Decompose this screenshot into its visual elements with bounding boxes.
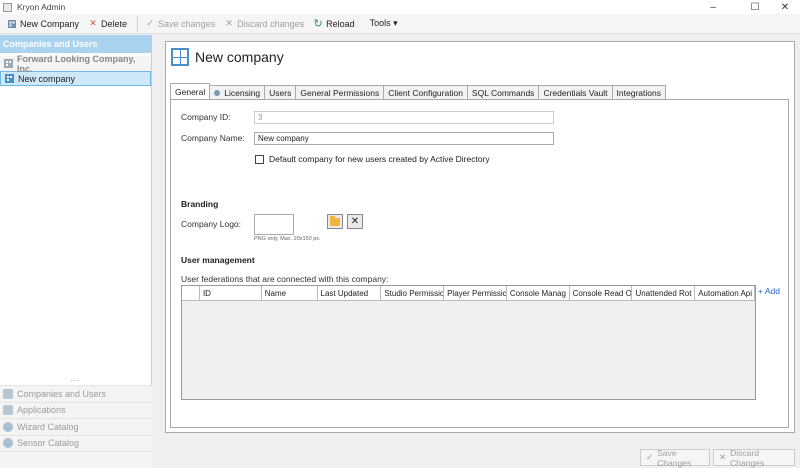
default-company-checkbox-label: Default company for new users created by…: [269, 154, 490, 164]
tab-licensing[interactable]: Licensing: [209, 85, 266, 99]
page-header: New company: [171, 48, 284, 66]
discard-changes-button[interactable]: ✕ Discard changes: [221, 16, 307, 32]
tab-integrations[interactable]: Integrations: [611, 85, 666, 99]
reload-label: Reload: [326, 18, 355, 29]
delete-icon: ✕: [89, 18, 97, 28]
sidebar-footer: [0, 451, 152, 468]
add-federation-link[interactable]: + Add: [758, 286, 780, 296]
general-tab-panel: Company ID: 3 Company Name: New company …: [170, 99, 789, 428]
toolbar: New Company ✕ Delete ✓ Save changes ✕ Di…: [0, 14, 800, 34]
nav-wizard-catalog[interactable]: Wizard Catalog: [0, 418, 152, 435]
tab-label: Licensing: [224, 87, 261, 98]
page-title: New company: [195, 49, 284, 65]
clear-logo-button[interactable]: ✕: [347, 214, 363, 229]
wizard-icon: [3, 421, 13, 432]
tab-general[interactable]: General: [170, 83, 211, 99]
title-bar: Kryon Admin – ☐ ✕: [0, 0, 800, 14]
browse-logo-button[interactable]: [327, 214, 343, 229]
grid-column-header[interactable]: Unattended Rot: [632, 286, 696, 300]
grid-column-header[interactable]: Studio Permissic: [381, 286, 445, 300]
sidebar-header: Companies and Users: [0, 35, 151, 53]
new-company-button[interactable]: New Company: [4, 16, 82, 32]
grid-column-header[interactable]: Player Permissic: [444, 286, 507, 300]
tab-general-permissions[interactable]: General Permissions: [295, 85, 385, 99]
discard-icon: ✕: [719, 452, 727, 462]
nav-sensor-catalog[interactable]: Sensor Catalog: [0, 434, 152, 451]
footer-discard-changes-button[interactable]: ✕ Discard Changes: [713, 447, 795, 468]
tab-users[interactable]: Users: [264, 85, 297, 99]
tree-item-label: New company: [18, 73, 76, 84]
grid-column-header[interactable]: Automation Api: [695, 286, 756, 300]
company-id-field: 3: [254, 111, 554, 124]
company-icon: [171, 48, 189, 66]
nav-label: Companies and Users: [17, 388, 107, 399]
new-company-icon: [7, 19, 17, 29]
default-company-checkbox-row[interactable]: Default company for new users created by…: [255, 154, 490, 164]
grid-column-header[interactable]: Name: [262, 286, 318, 300]
splitter-grip[interactable]: ....: [68, 375, 82, 383]
grid-column-header[interactable]: Console Read O: [570, 286, 633, 300]
nav-companies-and-users[interactable]: Companies and Users: [0, 385, 152, 402]
grid-column-header[interactable]: ID: [200, 286, 262, 300]
footer-discard-label: Discard Changes: [730, 447, 765, 468]
reload-button[interactable]: ↻ Reload: [310, 16, 358, 32]
company-icon: [5, 74, 14, 83]
company-logo-label: Company Logo:: [181, 219, 242, 229]
sidebar: Companies and Users Forward Looking Comp…: [0, 35, 152, 468]
sidebar-nav: Companies and Users Applications Wizard …: [0, 385, 152, 451]
companies-icon: [3, 388, 13, 399]
tab-client-configuration[interactable]: Client Configuration: [383, 85, 468, 99]
grid-row-selector-header: [182, 286, 200, 300]
default-company-checkbox[interactable]: [255, 154, 264, 164]
grid-column-header[interactable]: Last Updated: [318, 286, 382, 300]
discard-icon: ✕: [225, 18, 233, 28]
footer-save-changes-button[interactable]: ✓ Save Changes: [640, 447, 710, 468]
applications-icon: [3, 405, 13, 416]
clear-icon: ✕: [350, 216, 360, 227]
app-icon: [3, 2, 12, 12]
tab-credentials-vault[interactable]: Credentials Vault: [538, 85, 613, 99]
sensor-icon: [3, 438, 13, 449]
maximize-button[interactable]: ☐: [740, 0, 770, 14]
minimize-button[interactable]: –: [698, 0, 728, 14]
close-button[interactable]: ✕: [770, 0, 800, 14]
company-id-label: Company ID:: [181, 112, 231, 122]
logo-hint: PNG only, Max. 20x150 px.: [254, 236, 321, 242]
company-logo-preview: [254, 214, 294, 235]
nav-label: Wizard Catalog: [17, 421, 79, 432]
save-changes-label: Save changes: [158, 18, 216, 29]
federations-grid: ID Name Last Updated Studio Permissic Pl…: [181, 285, 756, 400]
window-title: Kryon Admin: [17, 2, 66, 12]
tree-item-forward-looking[interactable]: Forward Looking Company, Inc.: [0, 53, 151, 74]
federations-label: User federations that are connected with…: [181, 274, 389, 284]
tools-menu[interactable]: Tools ▾: [367, 16, 401, 32]
delete-label: Delete: [101, 18, 128, 29]
footer-save-label: Save Changes: [657, 447, 692, 468]
tab-strip: General Licensing Users General Permissi…: [170, 83, 666, 99]
user-management-heading: User management: [181, 255, 255, 265]
tab-sql-commands[interactable]: SQL Commands: [466, 85, 540, 99]
new-company-label: New Company: [20, 18, 80, 29]
branding-heading: Branding: [181, 199, 219, 209]
check-icon: ✓: [646, 452, 654, 462]
grid-column-header[interactable]: Console Manag: [507, 286, 570, 300]
check-icon: ✓: [146, 18, 154, 28]
licensing-icon: [214, 89, 221, 96]
nav-label: Applications: [17, 405, 66, 416]
company-icon: [4, 59, 13, 68]
tree-item-label: Forward Looking Company, Inc.: [17, 53, 136, 74]
company-name-field[interactable]: New company: [254, 132, 554, 145]
discard-changes-label: Discard changes: [237, 18, 305, 29]
reload-icon: ↻: [313, 18, 323, 30]
nav-applications[interactable]: Applications: [0, 401, 152, 418]
main-panel: New company General Licensing Users Gene…: [165, 41, 795, 433]
folder-icon: [330, 215, 340, 226]
delete-button[interactable]: ✕ Delete: [85, 16, 130, 32]
nav-label: Sensor Catalog: [17, 438, 80, 449]
save-changes-button[interactable]: ✓ Save changes: [142, 16, 218, 32]
grid-header: ID Name Last Updated Studio Permissic Pl…: [182, 286, 756, 301]
toolbar-separator: [137, 16, 139, 31]
company-name-label: Company Name:: [181, 133, 245, 143]
